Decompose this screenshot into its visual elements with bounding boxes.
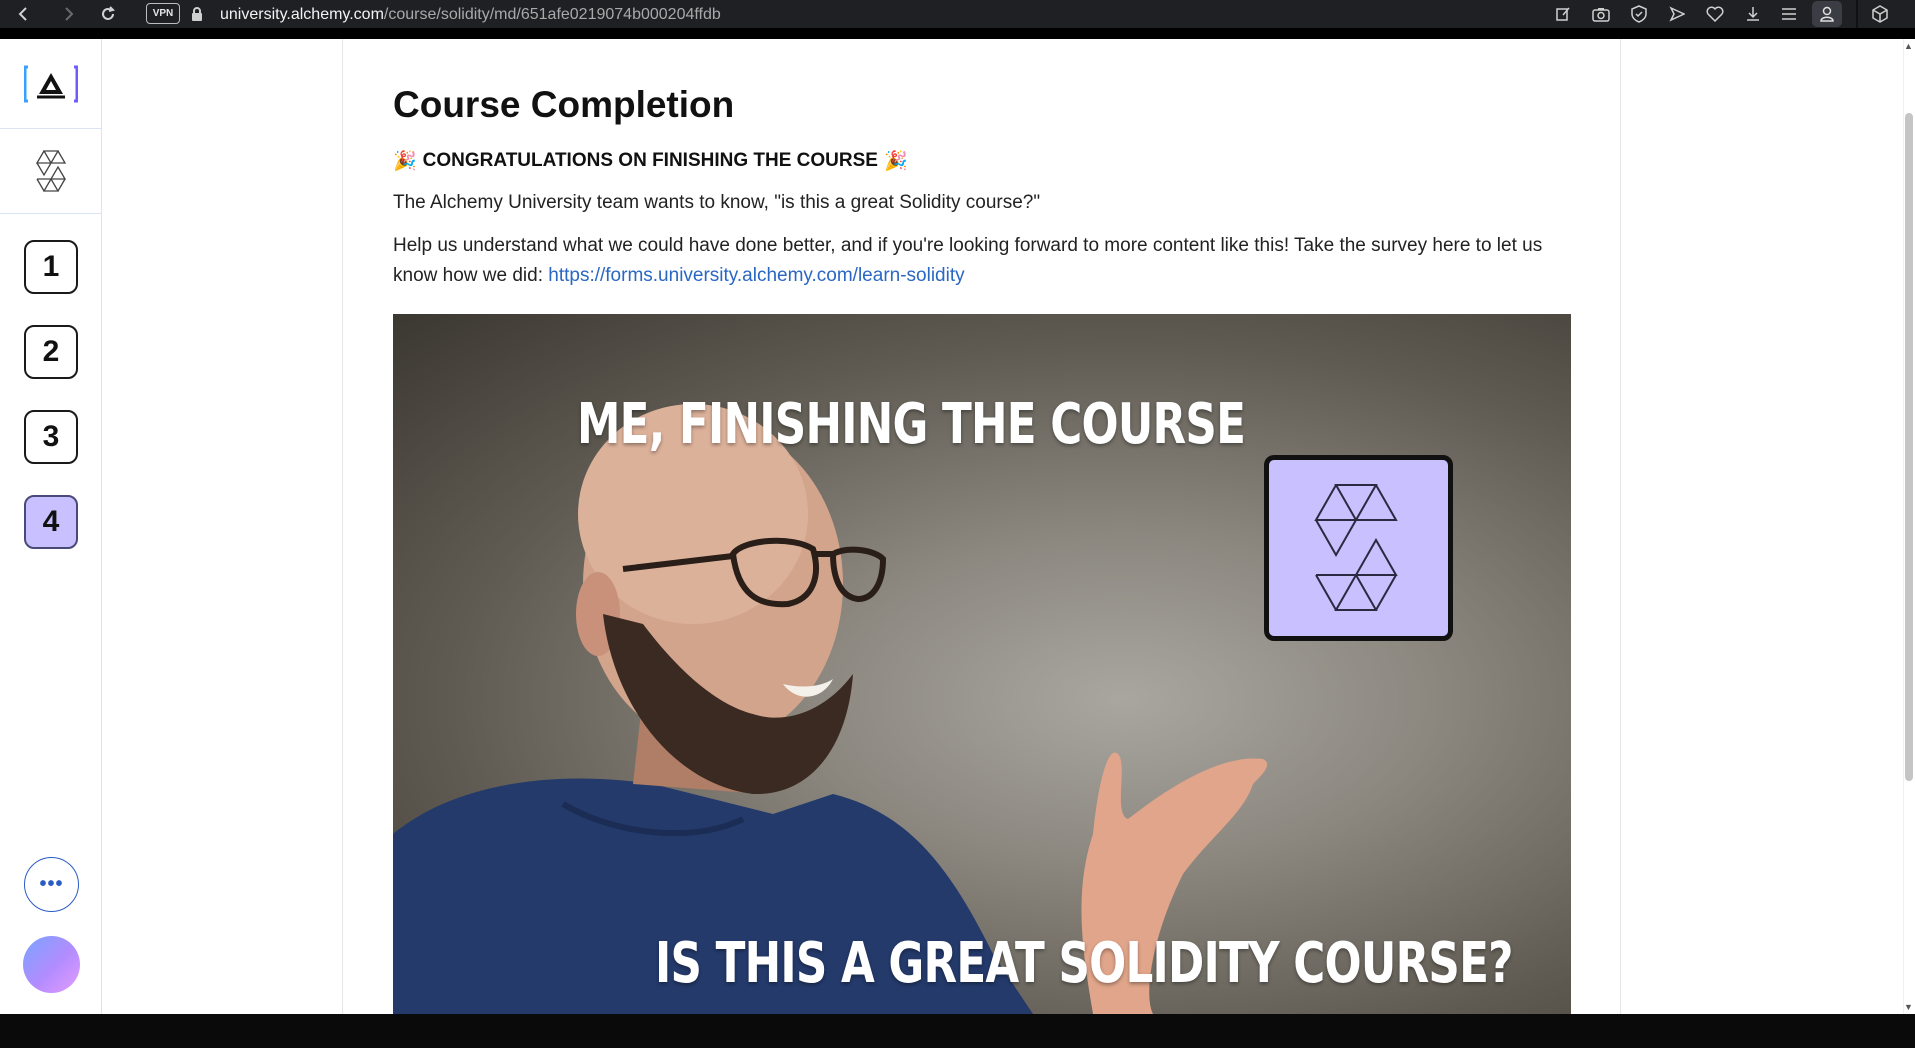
profile-icon[interactable]: [1812, 1, 1842, 27]
congrats-text: CONGRATULATIONS ON FINISHING THE COURSE: [422, 150, 878, 171]
meme-bottom-caption: IS THIS A GREAT SOLIDITY COURSE?: [655, 931, 1514, 996]
send-icon[interactable]: [1667, 4, 1687, 24]
back-icon[interactable]: [12, 3, 34, 25]
camera-icon[interactable]: [1591, 4, 1611, 24]
url-host: university.alchemy.com: [220, 6, 384, 23]
content-divider-left: [342, 39, 343, 1014]
meme-top-caption: ME, FINISHING THE COURSE: [577, 392, 1246, 457]
scroll-down-icon[interactable]: ▼: [1904, 1002, 1913, 1012]
toolbar-separator: [1856, 0, 1858, 28]
vpn-badge[interactable]: VPN: [146, 3, 180, 24]
more-options-button[interactable]: •••: [24, 857, 79, 912]
avatar[interactable]: [23, 936, 80, 993]
content-divider-right: [1620, 39, 1621, 1014]
section-1-button[interactable]: 1: [24, 240, 78, 294]
survey-link[interactable]: https://forms.university.alchemy.com/lea…: [548, 265, 964, 286]
survey-paragraph: Help us understand what we could have do…: [393, 231, 1571, 291]
congrats-heading: 🎉 CONGRATULATIONS ON FINISHING THE COURS…: [393, 149, 908, 173]
scroll-thumb[interactable]: [1905, 113, 1913, 781]
party-popper-icon: 🎉: [883, 151, 908, 172]
section-4-button[interactable]: 4: [24, 495, 78, 549]
cube-icon[interactable]: [1870, 4, 1890, 24]
alchemy-logo[interactable]: [0, 39, 101, 129]
section-3-button[interactable]: 3: [24, 410, 78, 464]
reload-icon[interactable]: [97, 3, 119, 25]
section-2-button[interactable]: 2: [24, 325, 78, 379]
address-bar[interactable]: university.alchemy.com/course/solidity/m…: [220, 6, 721, 24]
edit-icon[interactable]: [1553, 4, 1573, 24]
forward-icon[interactable]: [58, 3, 80, 25]
course-home[interactable]: [0, 129, 101, 214]
taskbar-area: [0, 1014, 1915, 1048]
scrollbar[interactable]: ▲ ▼: [1903, 39, 1915, 1014]
download-icon[interactable]: [1743, 4, 1763, 24]
solidity-logo-icon: [1313, 484, 1398, 611]
alchemy-logo-icon: [23, 65, 78, 102]
page-title: Course Completion: [393, 84, 735, 125]
heart-icon[interactable]: [1705, 4, 1725, 24]
page-viewport: 1 2 3 4 ••• Course Completion 🎉 CONGRATU…: [0, 39, 1915, 1014]
solidity-card: [1264, 455, 1453, 641]
scroll-up-icon[interactable]: ▲: [1904, 41, 1913, 51]
solidity-logo-icon: [35, 150, 66, 192]
menu-lines-icon[interactable]: [1779, 4, 1799, 24]
browser-toolbar: VPN university.alchemy.com/course/solidi…: [0, 0, 1915, 28]
meme-image: ME, FINISHING THE COURSE IS THIS A GREAT…: [393, 314, 1571, 1014]
url-path: /course/solidity/md/651afe0219074b000204…: [383, 6, 721, 23]
intro-paragraph: The Alchemy University team wants to kno…: [393, 192, 1041, 213]
course-sidebar: 1 2 3 4 •••: [0, 39, 102, 1014]
shield-icon[interactable]: [1629, 4, 1649, 24]
lock-icon[interactable]: [190, 6, 204, 22]
party-popper-icon: 🎉: [393, 151, 417, 172]
